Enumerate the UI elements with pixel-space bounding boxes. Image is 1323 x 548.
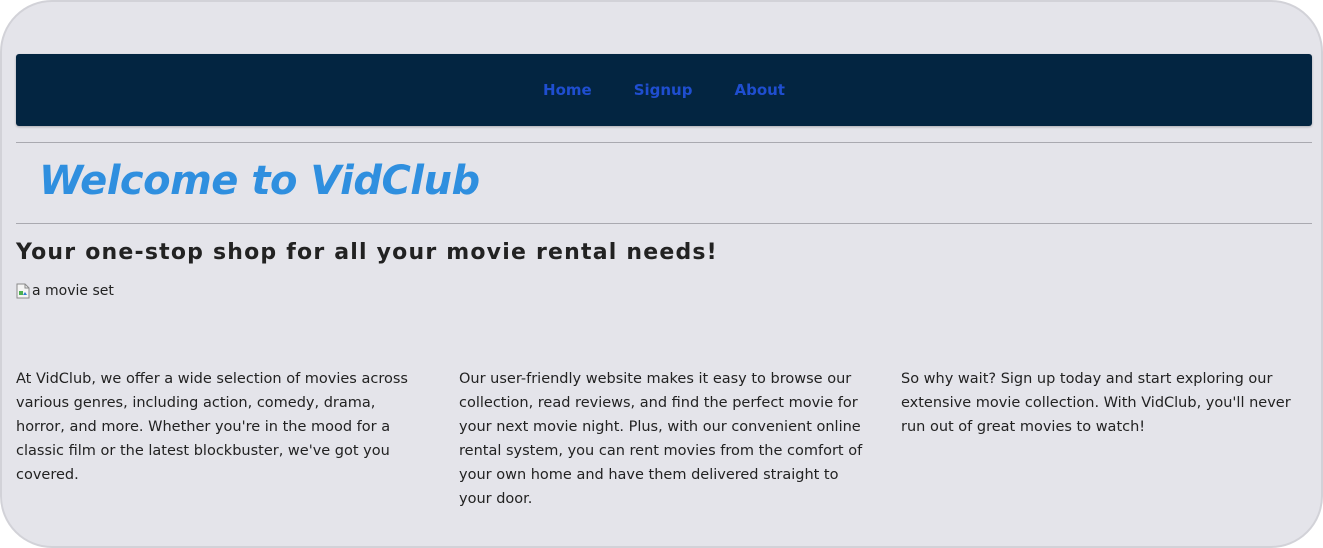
page-title: Welcome to VidClub	[39, 158, 480, 204]
intro-paragraph-website: Our user-friendly website makes it easy …	[459, 370, 863, 507]
nav-link-about[interactable]: About	[734, 81, 785, 99]
intro-paragraph-selection: At VidClub, we offer a wide selection of…	[16, 370, 408, 483]
header-divider-bottom	[16, 223, 1312, 224]
tagline: Your one-stop shop for all your movie re…	[16, 240, 718, 265]
navbar: Home Signup About	[16, 54, 1312, 126]
page-frame: Home Signup About Welcome to VidClub You…	[0, 0, 1323, 548]
intro-paragraph-signup: So why wait? Sign up today and start exp…	[901, 370, 1291, 435]
movie-set-image: a movie set	[16, 283, 114, 299]
header-divider-top	[16, 142, 1312, 143]
broken-image-icon	[16, 283, 30, 299]
nav-link-signup[interactable]: Signup	[634, 81, 693, 99]
nav-link-home[interactable]: Home	[543, 81, 592, 99]
image-alt-text: a movie set	[32, 283, 114, 299]
